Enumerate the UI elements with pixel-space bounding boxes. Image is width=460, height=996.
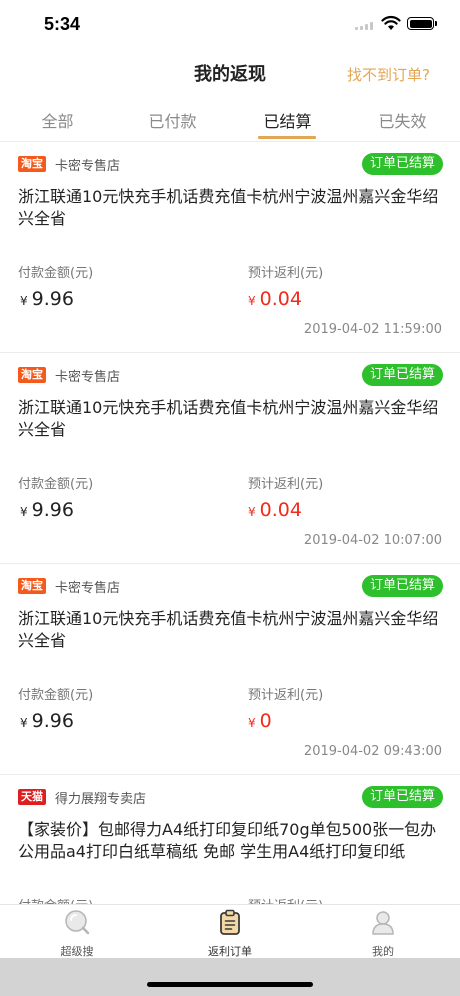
tabbar-super-search[interactable]: 超级搜 — [32, 909, 122, 959]
order-card[interactable]: 淘宝 卡密专售店 订单已结算 浙江联通10元快充手机话费充值卡杭州宁波温州嘉兴金… — [0, 142, 460, 353]
status-bar: 5:34 — [0, 0, 460, 50]
order-time: 2019-04-02 11:59:00 — [303, 322, 442, 337]
battery-icon — [407, 17, 437, 30]
tabbar-label: 我的 — [372, 945, 394, 958]
tabbar-label: 返利订单 — [208, 945, 252, 958]
rebate-amount: ¥0 — [248, 710, 272, 732]
bottom-tab-bar: 超级搜 返利订单 我的 — [0, 904, 460, 958]
cellular-signal-icon — [355, 22, 377, 30]
taobao-badge: 淘宝 — [18, 578, 46, 594]
shop-name: 卡密专售店 — [55, 581, 121, 596]
pay-amount: ¥9.96 — [20, 499, 74, 521]
order-list[interactable]: 淘宝 卡密专售店 订单已结算 浙江联通10元快充手机话费充值卡杭州宁波温州嘉兴金… — [0, 142, 460, 904]
profile-icon — [372, 911, 394, 935]
shop-name: 卡密专售店 — [55, 370, 121, 385]
pay-amount-label: 付款金额(元) — [18, 477, 94, 492]
pay-amount-label: 付款金额(元) — [18, 266, 94, 281]
taobao-badge: 淘宝 — [18, 367, 46, 383]
status-badge: 订单已结算 — [361, 153, 443, 175]
status-badge: 订单已结算 — [361, 575, 443, 597]
cant-find-order-link[interactable]: 找不到订单? — [347, 64, 430, 85]
nav-bar: 我的返现 找不到订单? — [0, 50, 460, 98]
product-title: 浙江联通10元快充手机话费充值卡杭州宁波温州嘉兴金华绍兴全省 — [18, 398, 439, 439]
product-title: 浙江联通10元快充手机话费充值卡杭州宁波温州嘉兴金华绍兴全省 — [18, 609, 439, 650]
rebate-label: 预计返利(元) — [248, 895, 323, 904]
tab-settled[interactable]: 已结算 — [230, 108, 345, 132]
rebate-label: 预计返利(元) — [248, 477, 324, 492]
order-status-tabs: 全部 已付款 已结算 已失效 — [0, 100, 460, 142]
shop-name: 卡密专售店 — [55, 159, 121, 174]
product-title: 浙江联通10元快充手机话费充值卡杭州宁波温州嘉兴金华绍兴全省 — [18, 187, 439, 228]
pay-amount: ¥9.96 — [20, 710, 74, 732]
shop-name: 得力展翔专卖店 — [55, 792, 147, 807]
taobao-badge: 淘宝 — [18, 156, 46, 172]
status-badge: 订单已结算 — [361, 364, 443, 386]
pay-amount-label: 付款金额(元) — [18, 688, 94, 703]
tmall-badge: 天猫 — [18, 789, 46, 805]
pay-amount: ¥9.96 — [20, 288, 74, 310]
pay-amount-label: 付款金额(元) — [18, 895, 93, 904]
home-indicator-area — [0, 958, 460, 996]
rebate-amount: ¥0.04 — [248, 288, 302, 310]
rebate-label: 预计返利(元) — [248, 266, 324, 281]
status-time: 5:34 — [44, 14, 81, 34]
status-badge: 订单已结算 — [361, 786, 443, 808]
tabbar-label: 超级搜 — [60, 945, 94, 958]
order-card[interactable]: 淘宝 卡密专售店 订单已结算 浙江联通10元快充手机话费充值卡杭州宁波温州嘉兴金… — [0, 564, 460, 775]
wifi-icon — [381, 15, 401, 30]
rebate-label: 预计返利(元) — [248, 688, 324, 703]
home-indicator[interactable] — [147, 982, 313, 987]
rebate-amount: ¥0.04 — [248, 499, 302, 521]
order-card[interactable]: 淘宝 卡密专售店 订单已结算 浙江联通10元快充手机话费充值卡杭州宁波温州嘉兴金… — [0, 353, 460, 564]
order-time: 2019-04-02 09:43:00 — [303, 744, 442, 759]
tabbar-mine[interactable]: 我的 — [338, 909, 428, 959]
active-tab-indicator — [258, 136, 316, 139]
order-card[interactable]: 天猫 得力展翔专卖店 订单已结算 【家装价】包邮得力A4纸打印复印纸70g单包5… — [0, 775, 460, 904]
order-time: 2019-04-02 10:07:00 — [303, 533, 442, 548]
tab-invalid[interactable]: 已失效 — [345, 108, 460, 132]
tabbar-rebate-orders[interactable]: 返利订单 — [185, 909, 275, 959]
product-title: 【家装价】包邮得力A4纸打印复印纸70g单包500张一包办公用品a4打印白纸草稿… — [18, 820, 437, 861]
search-icon — [65, 910, 90, 935]
tab-all[interactable]: 全部 — [0, 108, 115, 132]
tab-paid[interactable]: 已付款 — [115, 108, 230, 132]
clipboard-icon — [220, 909, 240, 935]
